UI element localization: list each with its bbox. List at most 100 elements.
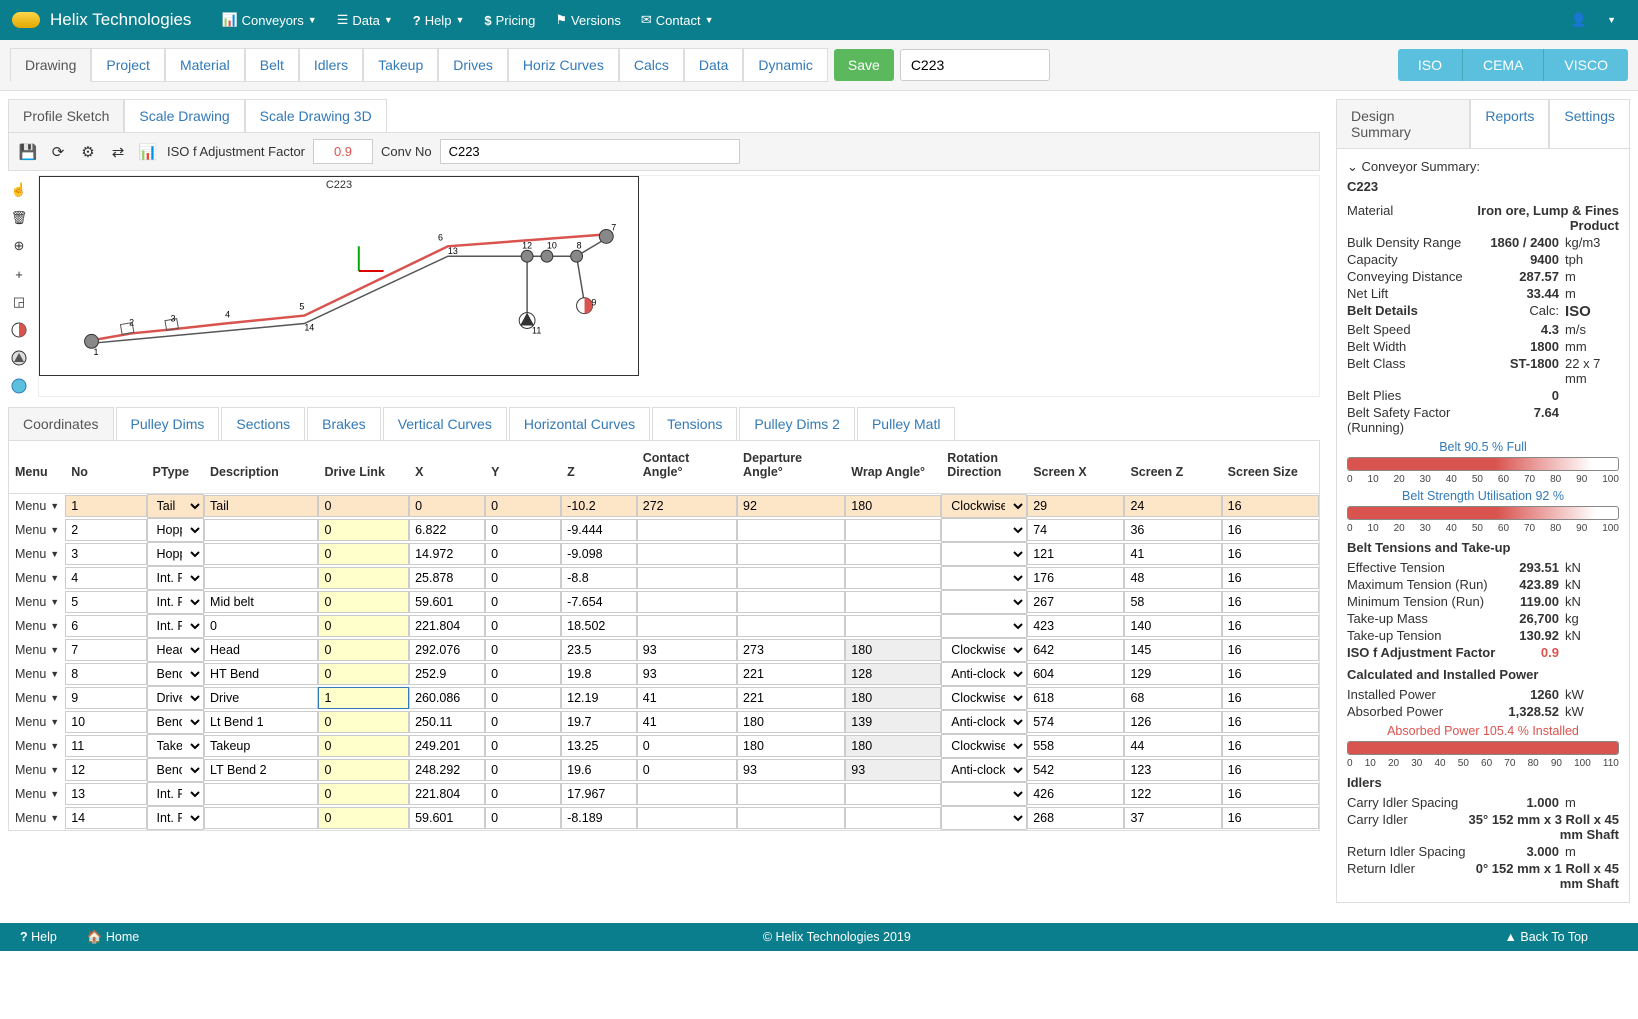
cell-sx[interactable] (1027, 567, 1124, 589)
cell-z[interactable] (561, 591, 637, 613)
cell-z[interactable] (561, 807, 637, 829)
cell-no[interactable] (65, 567, 146, 589)
cell-y[interactable] (485, 735, 561, 757)
globe-icon[interactable]: ⊕ (8, 235, 30, 257)
cell-rotation[interactable] (941, 542, 1027, 566)
cell-sz[interactable] (1124, 543, 1221, 565)
cell-drivelink[interactable] (318, 759, 409, 781)
cell-wrap[interactable] (845, 543, 941, 565)
cell-da[interactable] (737, 735, 845, 757)
save-icon[interactable]: 💾 (17, 141, 39, 163)
cell-ptype[interactable]: Bend (147, 710, 205, 734)
cell-ca[interactable] (637, 567, 737, 589)
row-menu[interactable]: Menu ▼ (9, 760, 65, 780)
cell-wrap[interactable] (845, 759, 941, 781)
cell-wrap[interactable] (845, 615, 941, 637)
row-menu[interactable]: Menu ▼ (9, 520, 65, 540)
subtab-scale-drawing[interactable]: Scale Drawing (124, 99, 244, 132)
tab-takeup[interactable]: Takeup (363, 48, 438, 82)
tab-material[interactable]: Material (165, 48, 245, 82)
calc-visco[interactable]: VISCO (1544, 49, 1628, 81)
nav-versions[interactable]: ⚑ Versions (545, 12, 631, 28)
cell-ptype[interactable]: Bend (147, 758, 205, 782)
conveyor-input[interactable] (900, 49, 1050, 81)
cell-x[interactable] (409, 663, 485, 685)
cell-drivelink[interactable] (318, 783, 409, 805)
cell-ca[interactable] (637, 615, 737, 637)
triangle-circle-icon[interactable] (8, 347, 30, 369)
schematic-icon[interactable]: ◲ (8, 291, 30, 313)
cell-no[interactable] (65, 711, 146, 733)
ctab-brakes[interactable]: Brakes (307, 407, 381, 440)
tab-idlers[interactable]: Idlers (299, 48, 363, 82)
cell-ss[interactable] (1222, 615, 1319, 637)
cell-ss[interactable] (1222, 807, 1319, 829)
cell-ca[interactable] (637, 807, 737, 829)
cell-no[interactable] (65, 639, 146, 661)
cell-no[interactable] (65, 783, 146, 805)
cell-no[interactable] (65, 519, 146, 541)
pointer-icon[interactable]: ☝ (8, 179, 30, 201)
cell-drivelink[interactable] (318, 735, 409, 757)
cell-rotation[interactable] (941, 614, 1027, 638)
cell-z[interactable] (561, 783, 637, 805)
cell-rotation[interactable] (941, 590, 1027, 614)
cell-desc[interactable] (204, 591, 318, 613)
cell-drivelink[interactable] (318, 639, 409, 661)
tab-drives[interactable]: Drives (438, 48, 508, 82)
cell-sz[interactable] (1124, 519, 1221, 541)
cell-x[interactable] (409, 711, 485, 733)
tab-dynamic[interactable]: Dynamic (743, 48, 827, 82)
cell-x[interactable] (409, 639, 485, 661)
cell-desc[interactable] (204, 615, 318, 637)
swap-icon[interactable]: ⇄ (107, 141, 129, 163)
cell-da[interactable] (737, 519, 845, 541)
cell-y[interactable] (485, 783, 561, 805)
cell-no[interactable] (65, 759, 146, 781)
ctab-sections[interactable]: Sections (221, 407, 305, 440)
ctab-pulley-matl[interactable]: Pulley Matl (857, 407, 955, 440)
cell-drivelink[interactable] (318, 591, 409, 613)
cell-no[interactable] (65, 807, 146, 829)
cell-no[interactable] (65, 615, 146, 637)
cell-z[interactable] (561, 711, 637, 733)
cell-x[interactable] (409, 687, 485, 709)
refresh-icon[interactable]: ⟳ (47, 141, 69, 163)
cell-rotation[interactable]: Clockwise (941, 494, 1027, 518)
cell-ptype[interactable]: Bend (147, 662, 205, 686)
cell-sz[interactable] (1124, 783, 1221, 805)
cell-z[interactable] (561, 759, 637, 781)
cell-ca[interactable] (637, 687, 737, 709)
cell-sx[interactable] (1027, 519, 1124, 541)
cell-ss[interactable] (1222, 735, 1319, 757)
ctab-tensions[interactable]: Tensions (652, 407, 737, 440)
subtab-scale-drawing-3d[interactable]: Scale Drawing 3D (245, 99, 387, 132)
calc-iso[interactable]: ISO (1398, 49, 1462, 81)
cell-wrap[interactable] (845, 567, 941, 589)
trash-icon[interactable]: 🗑 (8, 207, 30, 229)
cell-sx[interactable] (1027, 807, 1124, 829)
cell-y[interactable] (485, 567, 561, 589)
cell-desc[interactable] (204, 519, 318, 541)
cell-ca[interactable] (637, 711, 737, 733)
cell-sx[interactable] (1027, 495, 1124, 517)
row-menu[interactable]: Menu ▼ (9, 712, 65, 732)
cell-rotation[interactable]: Clockwise (941, 638, 1027, 662)
nav-contact[interactable]: ✉ Contact ▼ (631, 12, 724, 28)
cell-da[interactable] (737, 639, 845, 661)
cell-ca[interactable] (637, 519, 737, 541)
cell-y[interactable] (485, 711, 561, 733)
cell-ptype[interactable]: Int. Pt (147, 806, 205, 830)
cell-rotation[interactable] (941, 806, 1027, 830)
user-caret[interactable]: ▼ (1597, 15, 1626, 25)
cell-wrap[interactable] (845, 807, 941, 829)
cell-da[interactable] (737, 759, 845, 781)
ctab-pulley-dims-2[interactable]: Pulley Dims 2 (739, 407, 855, 440)
cell-drivelink[interactable] (318, 615, 409, 637)
cell-sx[interactable] (1027, 663, 1124, 685)
cell-rotation[interactable]: Anti-clockwise (941, 710, 1027, 734)
cell-y[interactable] (485, 687, 561, 709)
cell-wrap[interactable] (845, 591, 941, 613)
blue-circle-icon[interactable] (8, 375, 30, 397)
cell-z[interactable] (561, 495, 637, 517)
